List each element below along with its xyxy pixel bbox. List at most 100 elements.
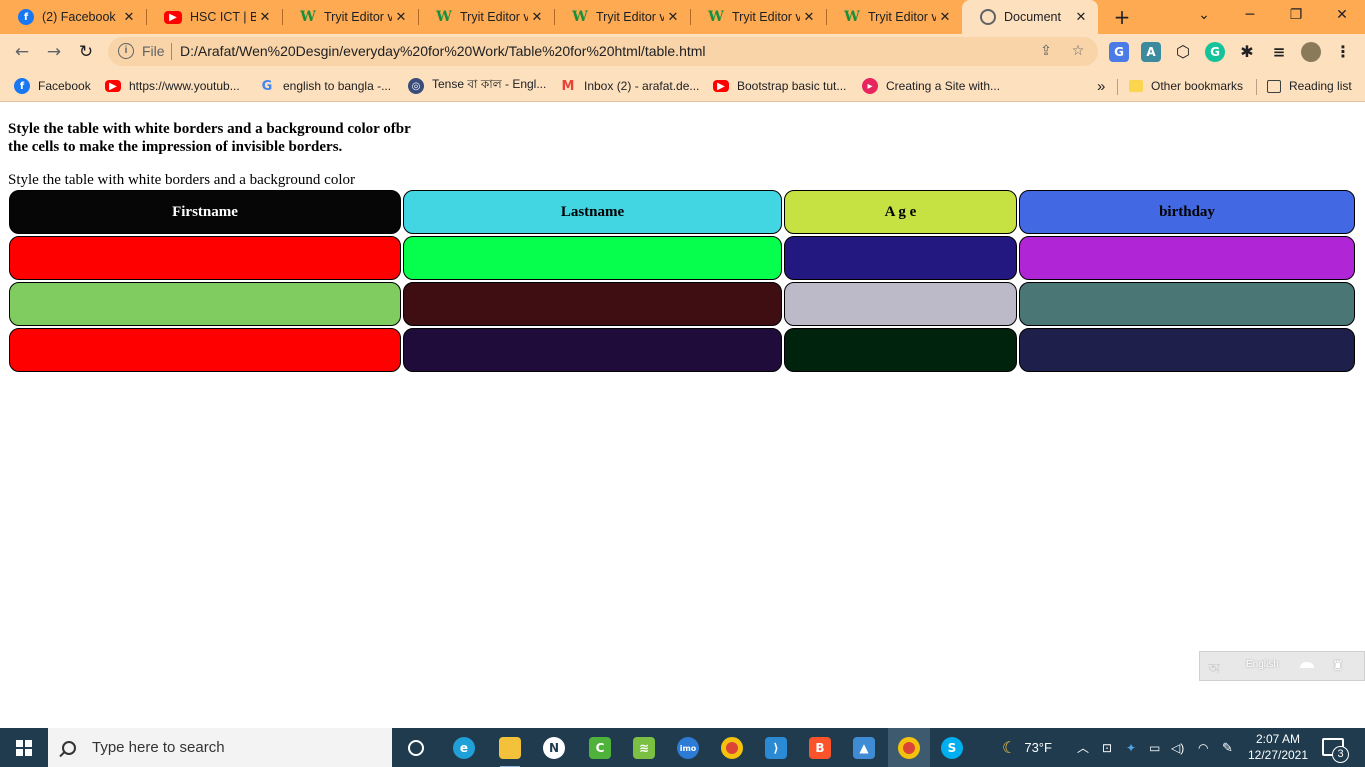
tab-facebook[interactable]: f (2) Facebook ✕ [0, 0, 146, 34]
weather-widget[interactable]: ☾ 73°F [1002, 728, 1052, 767]
address-bar[interactable]: i File D:/Arafat/Wen%20Desgin/everyday%2… [108, 37, 1098, 66]
taskbar-app-bluestacks[interactable]: ≋ [628, 732, 660, 764]
taskbar-app-photos[interactable]: ▲ [848, 732, 880, 764]
grammarly-icon[interactable]: G [1205, 42, 1225, 62]
google-icon: G [261, 78, 273, 94]
tab-hsc-ict[interactable]: ▶ HSC ICT | Ban ✕ [146, 0, 282, 34]
tab-tryit-3[interactable]: W Tryit Editor v3 ✕ [554, 0, 690, 34]
tab-document[interactable]: Document ✕ [962, 0, 1098, 34]
close-icon[interactable]: ✕ [392, 10, 410, 25]
tab-title: Document [1004, 10, 1061, 24]
tools-icon[interactable]: ♜ [1332, 658, 1344, 674]
bangla-input-icon[interactable]: অ [1208, 657, 1220, 681]
taskbar-search[interactable]: Type here to search [48, 728, 392, 767]
bookmark-bootstrap[interactable]: ▶ Bootstrap basic tut... [713, 76, 846, 96]
info-icon[interactable]: i [118, 43, 134, 59]
taskbar-app-chrome[interactable] [716, 732, 748, 764]
taskbar-app-vscode[interactable]: ⟩ [760, 732, 792, 764]
search-placeholder: Type here to search [92, 739, 225, 756]
cube-extension-icon[interactable]: ⬡ [1173, 42, 1193, 62]
search-icon [62, 740, 76, 755]
tab-strip: f (2) Facebook ✕ ▶ HSC ICT | Ban ✕ W Try… [0, 0, 1365, 34]
taskbar-app-brave[interactable]: B [804, 732, 836, 764]
bookmark-label: Inbox (2) - arafat.de... [584, 79, 700, 93]
w3schools-icon: W [572, 9, 588, 25]
bookmark-divider [1256, 79, 1257, 95]
bookmark-english-to-bangla[interactable]: G english to bangla -... [259, 76, 391, 96]
tab-tryit-5[interactable]: W Tryit Editor v3 ✕ [826, 0, 962, 34]
bluestacks-icon: ≋ [633, 737, 655, 759]
chrome-icon [721, 737, 743, 759]
bookmark-label: Creating a Site with... [886, 79, 1001, 93]
cloud-icon [1300, 662, 1314, 668]
bookmark-facebook[interactable]: f Facebook [14, 76, 91, 96]
extensions-puzzle-icon[interactable]: ✱ [1237, 42, 1257, 62]
other-bookmarks-button[interactable]: Other bookmarks [1129, 76, 1243, 96]
system-clock[interactable]: 2:07 AM 12/27/2021 [1244, 731, 1312, 763]
bookmark-inbox[interactable]: M Inbox (2) - arafat.de... [560, 76, 700, 96]
clock-time: 2:07 AM [1255, 732, 1301, 746]
taskbar-app-explorer[interactable] [494, 732, 526, 767]
reload-icon[interactable]: ↻ [72, 38, 100, 66]
bookmark-tense[interactable]: ◎ Tense বা কাল - Engl... [408, 76, 546, 96]
gmail-icon: M [561, 78, 575, 94]
taskbar-app-skype[interactable]: S [936, 732, 968, 764]
back-icon[interactable]: ← [8, 38, 36, 66]
close-icon[interactable]: ✕ [256, 10, 274, 25]
bookmark-label: https://www.youtub... [129, 79, 240, 93]
tab-search-icon[interactable]: ⌄ [1181, 0, 1227, 34]
clock-date: 12/27/2021 [1247, 748, 1309, 762]
taskbar-app-imo[interactable]: imo [672, 732, 704, 764]
volume-icon[interactable]: ◁) [1171, 728, 1184, 767]
bookmarks-overflow-button[interactable]: » [1097, 76, 1105, 96]
windows-logo-icon [16, 739, 32, 756]
defender-icon[interactable]: ✦ [1126, 728, 1136, 767]
share-icon[interactable]: ⇪ [1036, 41, 1056, 61]
tab-title: Tryit Editor v3 [868, 10, 936, 24]
minimize-icon[interactable]: ─ [1227, 0, 1273, 34]
bookmark-youtube[interactable]: ▶ https://www.youtub... [105, 76, 240, 96]
close-icon[interactable]: ✕ [1072, 10, 1090, 25]
star-icon[interactable]: ☆ [1068, 41, 1088, 61]
battery-icon[interactable]: ▭ [1149, 728, 1160, 767]
bookmark-creating-a-site[interactable]: ▸ Creating a Site with... [862, 76, 1000, 96]
close-icon[interactable]: ✕ [800, 10, 818, 25]
reading-list-button[interactable]: Reading list [1267, 76, 1352, 96]
restore-icon[interactable]: ❐ [1273, 0, 1319, 34]
wifi-icon[interactable]: ◠ [1198, 728, 1208, 767]
close-icon[interactable]: ✕ [528, 10, 546, 25]
reading-list-label: Reading list [1289, 79, 1352, 93]
menu-kebab-icon[interactable]: ⋮ [1333, 42, 1353, 62]
close-icon[interactable]: ✕ [120, 10, 138, 25]
taskbar-app-camtasia[interactable]: C [584, 732, 616, 764]
tab-tryit-4[interactable]: W Tryit Editor v3 ✕ [690, 0, 826, 34]
forward-icon[interactable]: → [40, 38, 68, 66]
cortana-button[interactable] [400, 732, 432, 764]
close-icon[interactable]: ✕ [664, 10, 682, 25]
close-icon[interactable]: ✕ [936, 10, 954, 25]
pen-icon[interactable]: ✎ [1222, 728, 1233, 767]
url-text[interactable]: D:/Arafat/Wen%20Desgin/everyday%20for%20… [180, 43, 706, 59]
table-cell [403, 236, 782, 280]
youtube-icon: ▶ [713, 80, 729, 92]
table-header-row: Firstname Lastname A g e birthday [8, 189, 1358, 235]
cortana-icon [408, 740, 424, 756]
translate-extension-icon[interactable]: G [1109, 42, 1129, 62]
tab-tryit-2[interactable]: W Tryit Editor v3 ✕ [418, 0, 554, 34]
meet-now-icon[interactable]: ⊡ [1102, 728, 1112, 767]
new-tab-button[interactable]: + [1109, 4, 1135, 30]
taskbar-app-notepad[interactable]: N [538, 732, 570, 764]
facebook-icon: f [18, 9, 34, 25]
language-bar[interactable]: অ English ♜ [1199, 651, 1365, 681]
table-row [8, 327, 1358, 373]
extension-a-icon[interactable]: A [1141, 42, 1161, 62]
window-close-icon[interactable]: ✕ [1319, 0, 1365, 34]
taskbar-app-edge[interactable]: e [448, 732, 480, 764]
taskbar-app-chrome-active[interactable] [888, 728, 930, 767]
tray-overflow-icon[interactable]: ︿ [1077, 728, 1089, 767]
media-control-icon[interactable]: ≡ [1269, 42, 1289, 62]
tab-tryit-1[interactable]: W Tryit Editor v3 ✕ [282, 0, 418, 34]
start-button[interactable] [0, 728, 48, 767]
profile-avatar[interactable] [1301, 42, 1321, 62]
brave-icon: B [809, 737, 831, 759]
